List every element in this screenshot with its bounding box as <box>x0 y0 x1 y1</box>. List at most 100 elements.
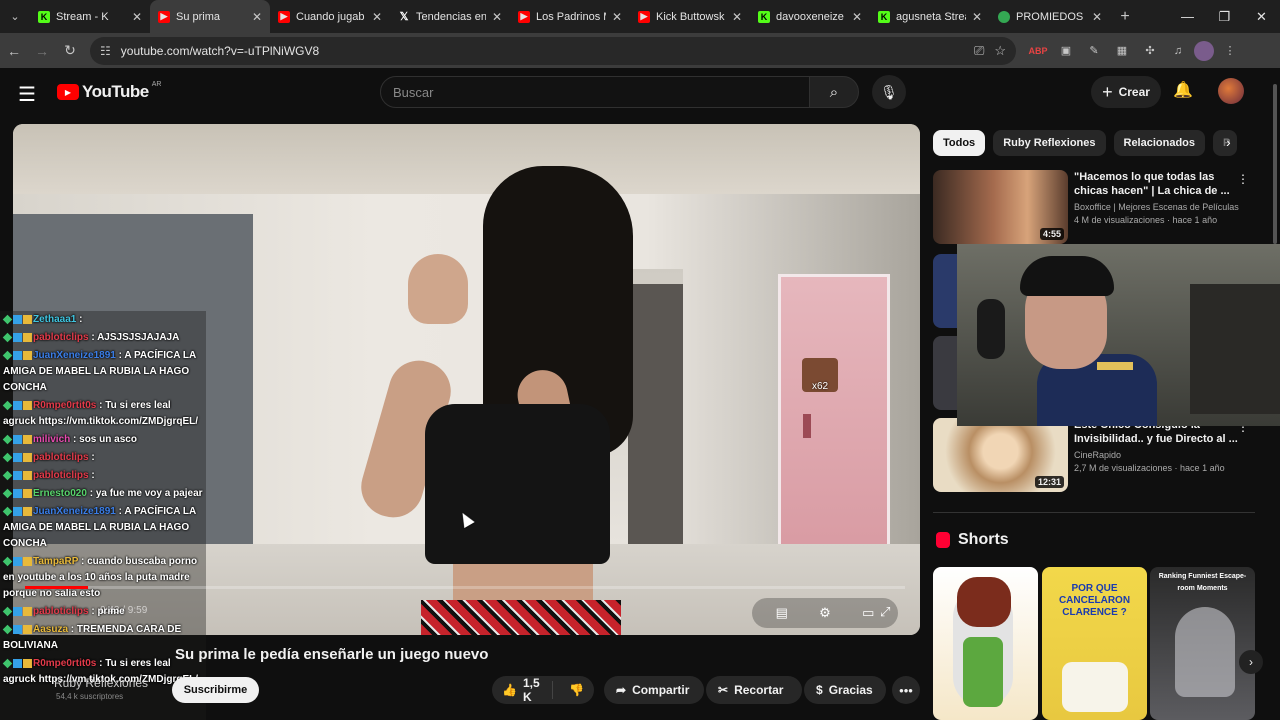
settings-gear-icon[interactable]: ⚙ <box>819 605 831 621</box>
new-tab-button[interactable]: + <box>1110 8 1140 26</box>
chat-username[interactable]: Zethaaa1 <box>33 314 76 325</box>
video-progress-bar[interactable] <box>25 586 905 589</box>
browser-menu-icon[interactable]: ⋮ <box>1218 39 1242 63</box>
theater-mode-icon[interactable]: ▭ <box>862 605 874 621</box>
media-control-icon[interactable]: ♫ <box>1166 39 1190 63</box>
chat-username[interactable]: R0mpe0rtit0s <box>33 400 96 411</box>
chat-username[interactable]: pabloticlips <box>33 332 89 343</box>
chat-username[interactable]: TampaRP <box>33 556 78 567</box>
chat-username[interactable]: Ernesto020 <box>33 488 87 499</box>
close-window-icon[interactable]: ✕ <box>1243 0 1280 33</box>
close-tab-icon[interactable]: ✕ <box>372 10 382 24</box>
bookmark-star-icon[interactable]: ☆ <box>994 43 1006 59</box>
search-button[interactable]: ⌕ <box>809 76 859 108</box>
install-app-icon[interactable]: ⎚ <box>974 43 984 59</box>
close-tab-icon[interactable]: ✕ <box>612 10 622 24</box>
hamburger-menu-icon[interactable]: ☰ <box>18 82 36 107</box>
page-scrollbar[interactable] <box>1273 84 1277 244</box>
video-thumbnail[interactable] <box>933 336 957 410</box>
chat-username[interactable]: pabloticlips <box>33 452 89 463</box>
chat-username[interactable]: JuanXeneize1891 <box>33 506 116 517</box>
omnibox[interactable]: ☷ youtube.com/watch?v=-uTPlNiWGV8 ⎚ ☆ <box>90 36 1016 65</box>
close-tab-icon[interactable]: ✕ <box>732 10 742 24</box>
filter-chip[interactable]: Todos <box>933 130 986 156</box>
browser-tab[interactable]: K Stream - K ✕ <box>30 0 150 33</box>
chevron-right-icon[interactable]: › <box>1226 134 1231 150</box>
reload-button[interactable]: ↻ <box>56 37 84 65</box>
video-duration: 4:55 <box>1039 228 1064 240</box>
share-button[interactable]: ➦ Compartir <box>604 676 704 704</box>
shorts-next-icon[interactable]: › <box>1239 650 1263 674</box>
url-text[interactable]: youtube.com/watch?v=-uTPlNiWGV8 <box>121 44 964 58</box>
close-tab-icon[interactable]: ✕ <box>852 10 862 24</box>
chat-username[interactable]: milivich <box>33 434 70 445</box>
site-info-icon[interactable]: ☷ <box>100 44 111 58</box>
restore-icon[interactable]: ❐ <box>1206 0 1243 33</box>
chat-username[interactable]: JuanXeneize1891 <box>33 350 116 361</box>
browser-tab[interactable]: ▶ Los Padrinos M ✕ <box>510 0 630 33</box>
video-thumbnail[interactable]: 4:55 <box>933 170 1068 244</box>
browser-tab[interactable]: ▶ Su prima ✕ <box>150 0 270 33</box>
clip-button[interactable]: ✂ Recortar <box>706 676 802 704</box>
recommended-video[interactable]: 12:31 Este Chico Consiguió la Invisibili… <box>933 418 1253 492</box>
chat-separator: : <box>70 434 80 445</box>
forward-button[interactable]: → <box>28 37 56 65</box>
create-button[interactable]: + Crear <box>1091 76 1161 108</box>
thanks-button[interactable]: $ Gracias <box>804 676 886 704</box>
filter-chip[interactable]: Ruby Reflexiones <box>993 130 1106 156</box>
short-video-card[interactable]: POR QUE CANCELARON CLARENCE ? <box>1042 567 1147 720</box>
chat-username[interactable]: Aasuza <box>33 624 68 635</box>
back-button[interactable]: ← <box>0 37 28 65</box>
close-tab-icon[interactable]: ✕ <box>132 10 142 24</box>
recommended-video-channel[interactable]: Boxoffice | Mejores Escenas de Películas <box>1074 201 1249 214</box>
extension-icon[interactable]: ✎ <box>1082 39 1106 63</box>
subscribe-button[interactable]: Suscribirme <box>172 677 259 703</box>
thanks-icon: $ <box>816 683 823 697</box>
browser-tab[interactable]: PROMIEDOS - ✕ <box>990 0 1110 33</box>
browser-tab[interactable]: ▶ Kick Buttowsk ✕ <box>630 0 750 33</box>
fullscreen-icon[interactable]: ⤢ <box>880 604 890 620</box>
short-title-text: Ranking Funniest Escape-room Moments <box>1158 573 1247 592</box>
short-video-card[interactable] <box>933 567 1038 720</box>
extension-icon[interactable]: ▣ <box>1054 39 1078 63</box>
recommended-video[interactable]: 4:55 "Hacemos lo que todas las chicas ha… <box>933 170 1253 244</box>
search-input[interactable]: Buscar <box>380 76 810 108</box>
youtube-logo[interactable]: ▶ YouTube AR <box>57 81 161 102</box>
browser-tab[interactable]: Kdavooxeneize ✕ <box>750 0 870 33</box>
video-frame-plaid-skirt <box>421 600 621 635</box>
close-tab-icon[interactable]: ✕ <box>492 10 502 24</box>
chat-username[interactable]: pabloticlips <box>33 606 89 617</box>
extension-icon[interactable]: ▦ <box>1110 39 1134 63</box>
more-actions-icon[interactable]: ••• <box>892 676 920 704</box>
recommended-video-channel[interactable]: CineRapido <box>1074 449 1249 462</box>
video-thumbnail[interactable] <box>933 254 957 328</box>
subtitles-icon[interactable]: ▤ <box>776 605 788 621</box>
browser-tab[interactable]: ▶ Cuando jugab ✕ <box>270 0 390 33</box>
voice-search-button[interactable]: 🎙 <box>872 75 906 109</box>
tab-search-dropdown[interactable]: ⌄ <box>0 0 30 33</box>
browser-tab[interactable]: 𝕏 Tendencias en ✕ <box>390 0 510 33</box>
extensions-puzzle-icon[interactable]: ✣ <box>1138 39 1162 63</box>
dislike-button[interactable]: 👎 <box>559 683 594 697</box>
tab-title: Cuando jugab <box>296 10 365 23</box>
user-avatar[interactable] <box>1218 78 1244 104</box>
video-thumbnail[interactable]: 12:31 <box>933 418 1068 492</box>
browser-tab[interactable]: Kagusneta Strea ✕ <box>870 0 990 33</box>
chat-username[interactable]: pabloticlips <box>33 470 89 481</box>
like-button[interactable]: 👍 1,5 K <box>492 676 554 704</box>
filter-chip[interactable]: Relacionados <box>1113 130 1206 156</box>
minimize-icon[interactable]: — <box>1169 0 1206 33</box>
close-tab-icon[interactable]: ✕ <box>252 10 262 24</box>
chat-text: sos un asco <box>79 434 137 445</box>
chrome-favicon-icon <box>998 10 1010 23</box>
video-options-icon[interactable]: ⋮ <box>1237 172 1249 186</box>
chat-username[interactable]: R0mpe0rtit0s <box>33 658 96 669</box>
channel-name[interactable]: Ruby Reflexiones <box>54 676 148 690</box>
recommended-video-title[interactable]: "Hacemos lo que todas las chicas hacen" … <box>1074 170 1249 198</box>
short-video-card[interactable]: Ranking Funniest Escape-room Moments <box>1150 567 1255 720</box>
adblock-extension-icon[interactable]: ABP <box>1026 39 1050 63</box>
close-tab-icon[interactable]: ✕ <box>1092 10 1102 24</box>
close-tab-icon[interactable]: ✕ <box>972 10 982 24</box>
profile-avatar[interactable] <box>1194 40 1214 61</box>
notifications-bell-icon[interactable]: 🔔 <box>1173 80 1193 100</box>
